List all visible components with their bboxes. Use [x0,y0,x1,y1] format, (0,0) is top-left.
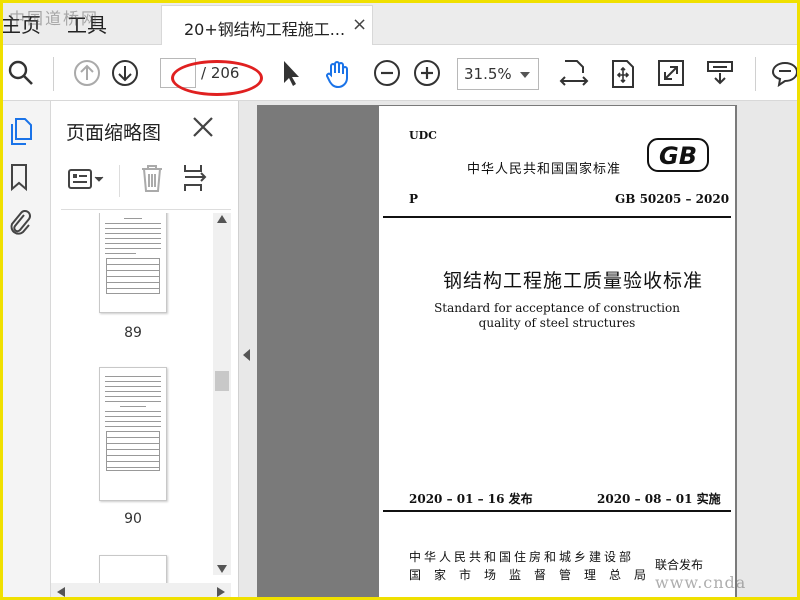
thumbnail-page-number: 89 [124,325,142,341]
footer-rule [383,510,731,512]
gb-logo: GB [647,138,709,176]
hand-tool-icon[interactable] [323,59,353,93]
comment-icon[interactable] [771,59,797,91]
watermark-top-left: 中国道桥网 [9,9,100,28]
thumbnail-options-icon[interactable] [67,167,105,197]
issue-date: 2020 – 01 – 16 发布 [409,492,533,506]
previous-page-icon[interactable] [73,59,101,91]
thumbnail-page-number: 90 [124,511,142,527]
page-thumbnail[interactable] [99,213,167,313]
title-english-line2: quality of steel structures [478,316,636,330]
fit-page-icon[interactable] [609,59,637,93]
left-nav-strip [3,101,51,597]
tab-title: 20+钢结构工程施工... [184,20,346,39]
tab-close-icon[interactable]: × [352,14,367,35]
scrollbar-thumb[interactable] [215,371,229,391]
next-page-icon[interactable] [111,59,139,91]
zoom-select[interactable]: 31.5% [457,58,539,90]
bookmark-icon[interactable] [7,163,33,197]
page-thumbnails-icon[interactable] [7,117,33,151]
joint-release: 联合发布 [655,558,704,572]
implementation-date: 2020 – 08 – 01 实施 [597,492,721,506]
collapse-panel-icon[interactable] [243,349,250,361]
title-chinese: 钢结构工程施工质量验收标准 [443,270,704,292]
title-english-line1: Standard for acceptance of construction [434,301,680,315]
toolbar-separator [755,57,756,91]
close-icon[interactable] [191,115,215,143]
attachment-icon[interactable] [7,207,33,241]
panel-toolbar [65,161,231,201]
select-cursor-icon[interactable] [279,59,303,91]
tab-bar: 主页 工具 20+钢结构工程施工... × [3,3,797,45]
fit-width-icon[interactable] [559,59,589,95]
page-thumbnail[interactable] [99,367,167,501]
zoom-in-icon[interactable] [413,59,441,91]
document-page: UDC 中华人民共和国国家标准 GB P GB 50205 – 2020 钢结构… [379,106,735,597]
udc-label: UDC [409,129,437,142]
horizontal-scrollbar[interactable] [51,583,231,597]
app-window: 主页 工具 20+钢结构工程施工... × / 206 31.5% 页面缩略图 … [0,0,800,600]
chevron-down-icon [520,72,530,78]
panel-title: 页面缩略图 [66,122,162,144]
document-tab[interactable]: 20+钢结构工程施工... × [161,5,373,45]
panel-toolbar-separator [119,165,120,197]
p-label: P [409,192,419,206]
watermark-bottom-right: www.cnda [655,573,747,592]
publisher-line1: 中华人民共和国住房和城乡建设部 [409,550,635,564]
publisher-line2: 国家市场监督管理总局 [409,568,660,582]
zoom-out-icon[interactable] [373,59,401,91]
thumbnail-scrollbar[interactable] [213,213,231,575]
insert-pages-icon[interactable] [181,163,211,197]
toolbar-separator [53,57,54,91]
full-screen-icon[interactable] [657,59,685,91]
trash-icon[interactable] [139,163,165,197]
header-rule [383,216,731,218]
thumbnail-list: 89 90 [51,213,213,583]
panel-divider [61,209,231,210]
standard-code: GB 50205 – 2020 [615,192,730,206]
scrolling-mode-icon[interactable] [705,59,735,91]
zoom-value: 31.5% [464,65,512,83]
svg-text:GB: GB [659,142,697,170]
thumbnail-panel: 页面缩略图 89 90 [51,101,239,597]
standard-organization: 中华人民共和国国家标准 [467,162,622,177]
page-thumbnail[interactable] [99,555,167,583]
toolbar: / 206 31.5% [3,45,797,101]
annotation-oval [171,60,263,96]
search-icon[interactable] [7,59,35,91]
